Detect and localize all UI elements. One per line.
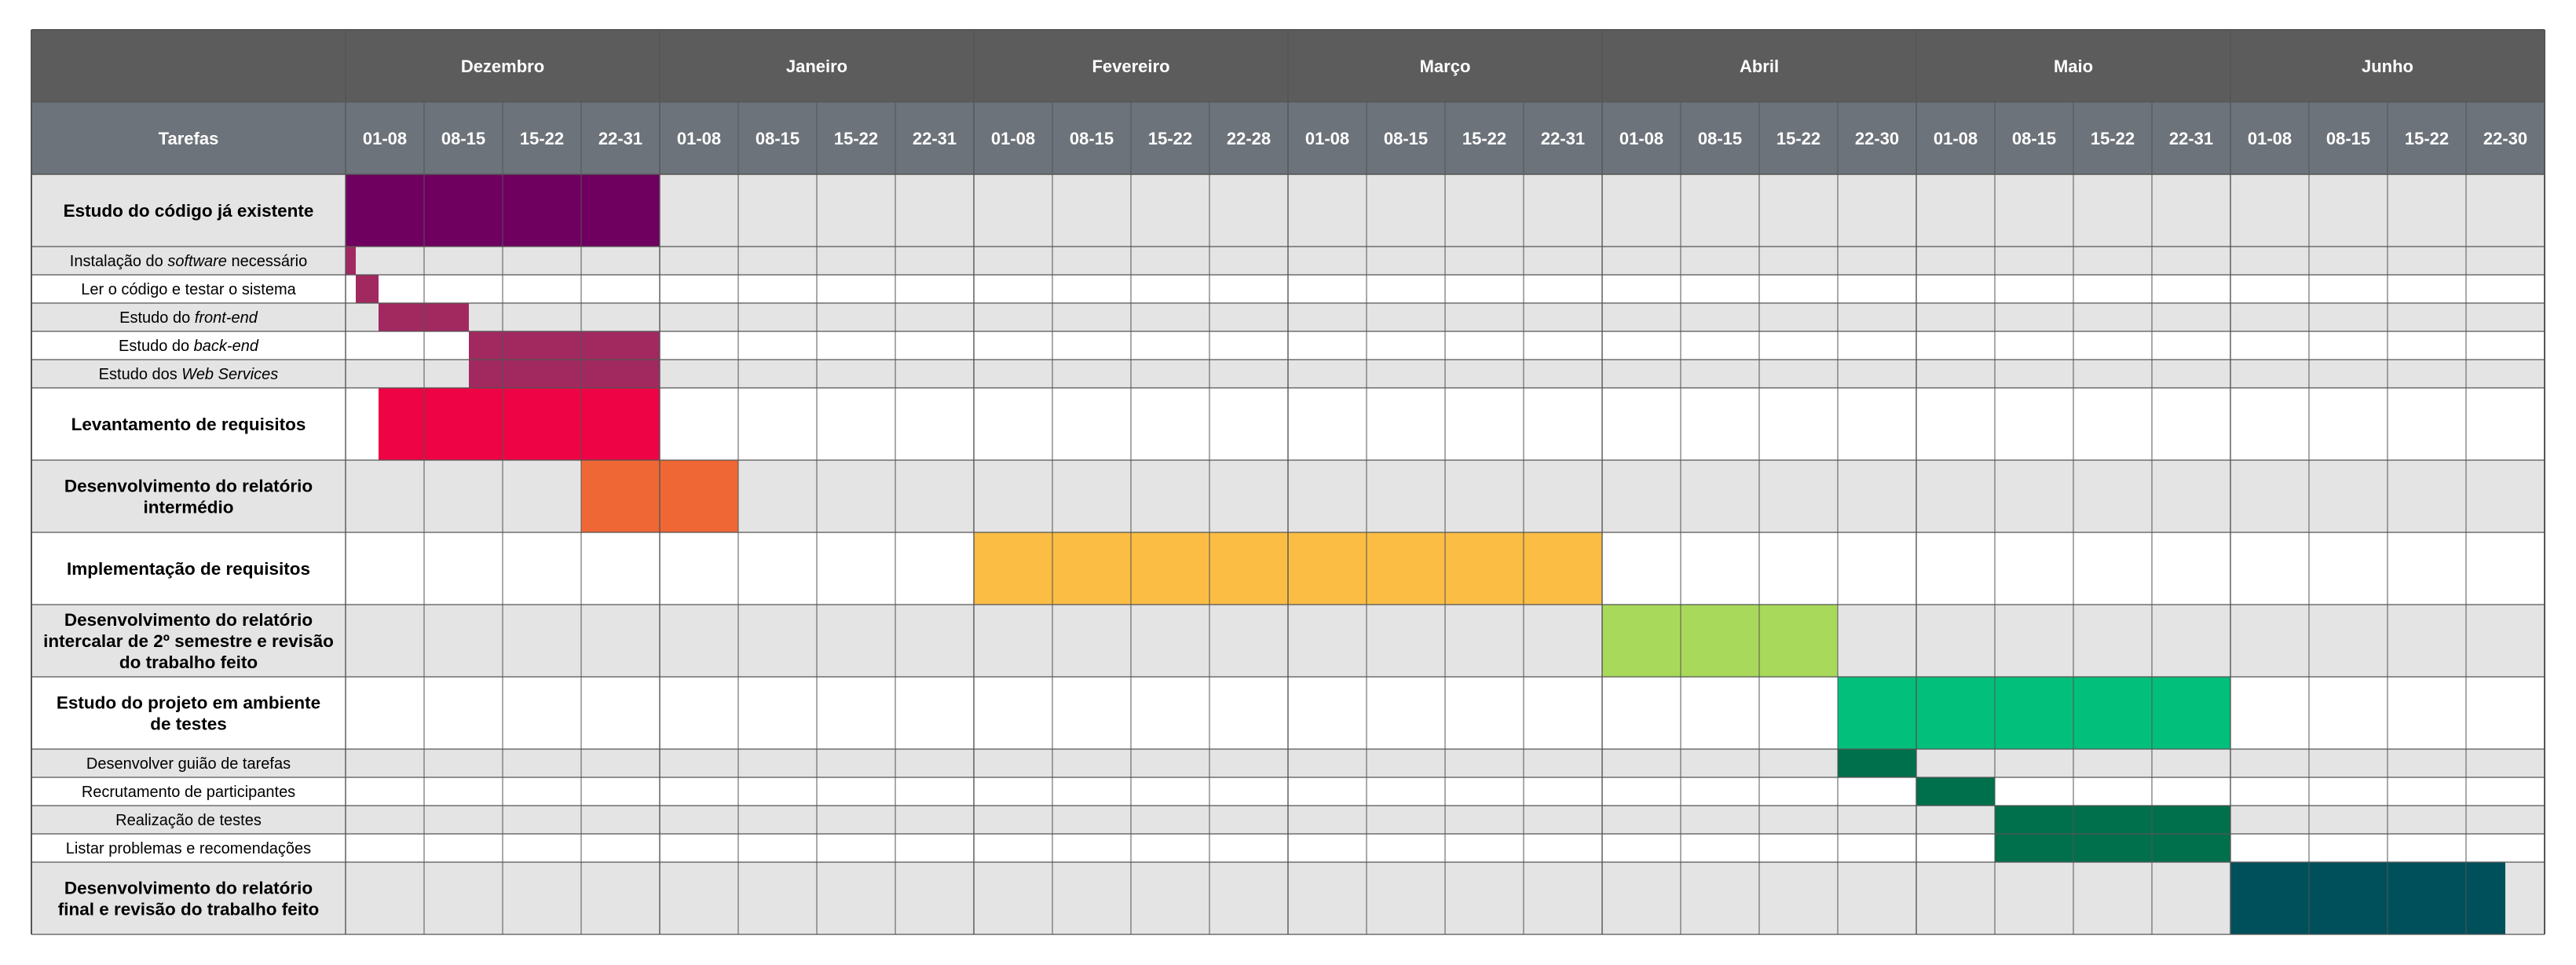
task-label-segment: Estudo do <box>119 309 195 327</box>
task-label: Estudo do back-end <box>119 338 259 355</box>
week-label: 08-15 <box>756 129 800 148</box>
task-label: intercalar de 2º semestre e revisão <box>43 631 334 651</box>
month-label: Fevereiro <box>1092 57 1169 76</box>
week-label: 08-15 <box>2012 129 2056 148</box>
week-label: 01-08 <box>1934 129 1978 148</box>
task-bar <box>356 275 379 303</box>
week-label: 15-22 <box>1776 129 1820 148</box>
week-label: 01-08 <box>2248 129 2292 148</box>
task-label: de testes <box>150 715 227 734</box>
task-label: intermédio <box>143 498 233 517</box>
week-label: 15-22 <box>1148 129 1192 148</box>
month-label: Maio <box>2054 57 2093 76</box>
task-bar <box>1995 834 2230 862</box>
task-label-segment: back-end <box>194 338 259 355</box>
task-label: Recrutamento de participantes <box>82 784 295 801</box>
week-label: 15-22 <box>2091 129 2135 148</box>
task-label: Instalação do software necessário <box>70 253 307 270</box>
week-label: 15-22 <box>520 129 564 148</box>
task-label-segment: Web Services <box>181 366 278 383</box>
gantt-chart: Tarefas Dezembro 01-08 08-15 15-22 22-31 Janei… <box>31 29 2545 935</box>
week-label: 08-15 <box>1384 129 1428 148</box>
task-label: Ler o código e testar o sistema <box>81 281 296 298</box>
task-label-segment: Instalação do <box>70 253 168 270</box>
task-label: Levantamento de requisitos <box>71 415 306 434</box>
task-bar <box>1838 677 2230 749</box>
task-label: Implementação de requisitos <box>67 559 310 579</box>
month-label: Março <box>1420 57 1471 76</box>
task-bar <box>1838 749 1916 777</box>
week-label: 22-31 <box>913 129 957 148</box>
task-label: Estudo do front-end <box>119 309 258 327</box>
week-label: 08-15 <box>441 129 485 148</box>
task-label-segment: software <box>167 253 227 270</box>
task-label: Desenvolvimento do relatório <box>64 610 313 630</box>
month-label: Janeiro <box>786 57 847 76</box>
week-label: 15-22 <box>834 129 878 148</box>
week-label: 01-08 <box>677 129 721 148</box>
task-label: Listar problemas e recomendações <box>66 840 311 857</box>
week-label: 08-15 <box>1698 129 1742 148</box>
task-label-segment: front-end <box>195 309 258 327</box>
week-label: 08-15 <box>1070 129 1114 148</box>
month-label: Dezembro <box>461 57 544 76</box>
task-bar <box>379 388 660 460</box>
week-label: 01-08 <box>1305 129 1349 148</box>
task-label: Estudo do código já existente <box>64 201 314 221</box>
task-label-segment: Estudo dos <box>99 366 182 383</box>
week-label: 15-22 <box>2405 129 2449 148</box>
task-bar <box>346 247 356 275</box>
week-label: 08-15 <box>2326 129 2370 148</box>
task-label: Estudo dos Web Services <box>99 366 279 383</box>
week-label: 22-28 <box>1227 129 1271 148</box>
task-bar <box>2230 862 2505 934</box>
task-label: final e revisão do trabalho feito <box>58 900 320 919</box>
month-label: Junho <box>2362 57 2413 76</box>
task-label: Estudo do projeto em ambiente <box>57 693 320 713</box>
task-bar <box>469 360 660 388</box>
week-label: 15-22 <box>1462 129 1506 148</box>
week-label: 01-08 <box>1619 129 1663 148</box>
month-label: Abril <box>1740 57 1779 76</box>
week-label: 22-30 <box>2483 129 2527 148</box>
week-label: 01-08 <box>991 129 1035 148</box>
task-label: Desenvolvimento do relatório <box>64 879 313 898</box>
task-label-segment: necessário <box>227 253 307 270</box>
week-label: 22-30 <box>1855 129 1899 148</box>
week-label: 22-31 <box>2169 129 2213 148</box>
task-label: Desenvolvimento do relatório <box>64 477 313 496</box>
task-bar <box>1995 806 2230 834</box>
task-label: do trabalho feito <box>119 652 258 672</box>
task-bar <box>469 331 660 360</box>
week-label: 22-31 <box>598 129 642 148</box>
task-label: Realização de testes <box>115 812 262 829</box>
task-column-header: Tarefas <box>159 129 219 148</box>
week-label: 01-08 <box>363 129 407 148</box>
week-label: 22-31 <box>1541 129 1585 148</box>
task-label: Desenvolver guião de tarefas <box>86 755 291 773</box>
task-bar <box>1916 777 1995 806</box>
task-label-segment: Estudo do <box>119 338 194 355</box>
task-bar <box>1602 605 1838 677</box>
